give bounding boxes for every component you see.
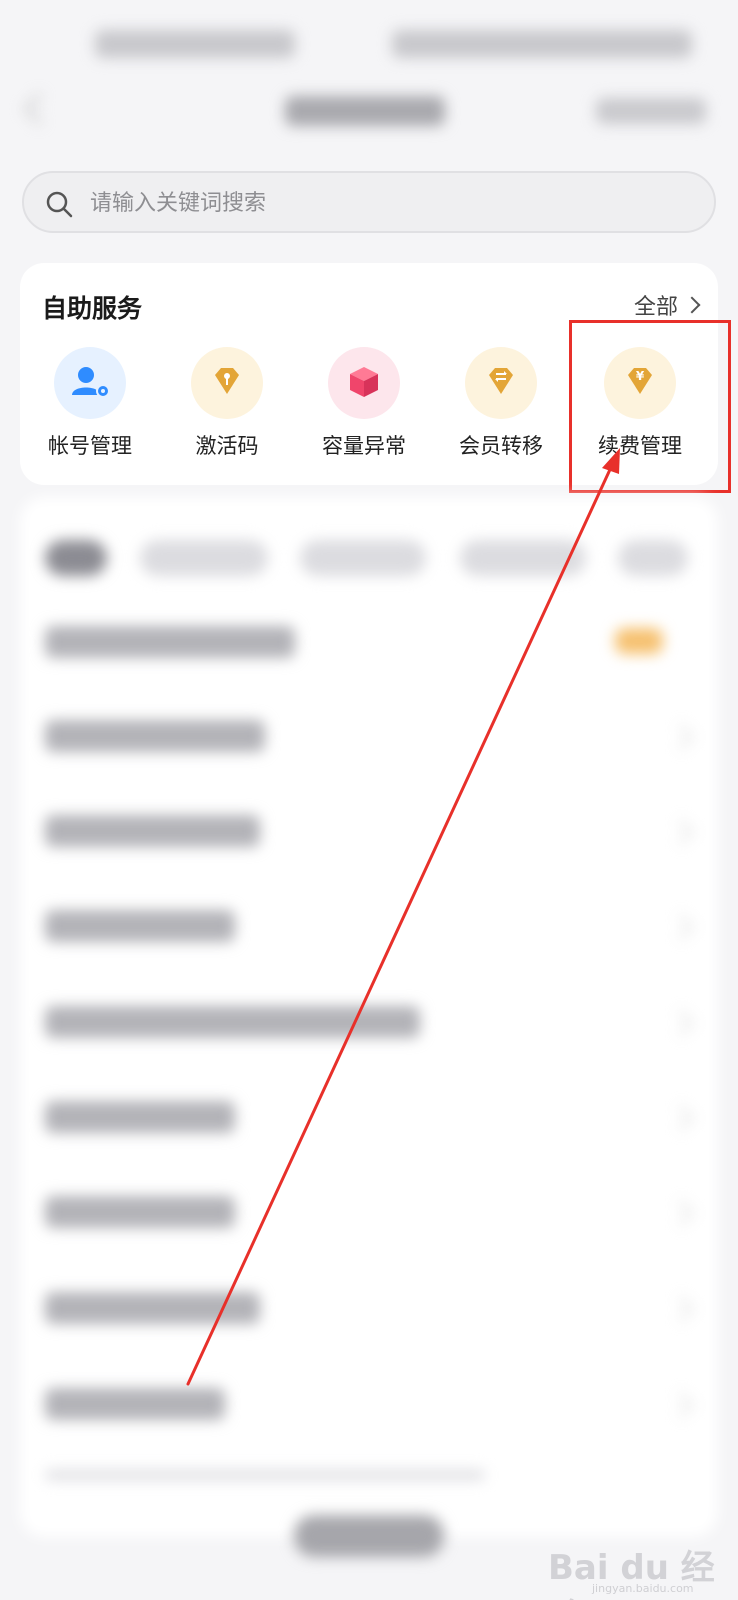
status-bar-left bbox=[95, 30, 295, 58]
faq-item[interactable] bbox=[45, 626, 295, 658]
faq-item[interactable] bbox=[45, 1006, 420, 1038]
faq-item[interactable] bbox=[45, 1101, 235, 1133]
search-input[interactable] bbox=[90, 185, 690, 221]
chevron-right-icon bbox=[683, 296, 701, 314]
service-member-transfer[interactable]: 会员转移 bbox=[431, 339, 571, 459]
faq-tab[interactable] bbox=[300, 540, 426, 576]
nav-bar bbox=[0, 90, 738, 140]
back-icon[interactable] bbox=[23, 93, 55, 125]
page-title bbox=[285, 96, 445, 126]
service-storage-abnormal[interactable]: 容量异常 bbox=[294, 339, 434, 459]
watermark-url: jingyan.baidu.com bbox=[592, 1582, 694, 1595]
faq-tab[interactable] bbox=[45, 540, 107, 576]
service-activation-code[interactable]: 激活码 bbox=[157, 339, 297, 459]
faq-item[interactable] bbox=[45, 720, 265, 752]
view-all-link[interactable]: 全部 bbox=[633, 289, 701, 321]
watermark: Bai du 经验 jingyan.baidu.com bbox=[548, 1540, 728, 1600]
account-settings-icon bbox=[54, 347, 126, 419]
hot-badge bbox=[615, 628, 663, 654]
service-label: 帐号管理 bbox=[48, 434, 132, 458]
faq-item[interactable] bbox=[45, 910, 235, 942]
status-bar bbox=[0, 0, 738, 90]
faq-tab[interactable] bbox=[140, 540, 268, 576]
faq-tab[interactable] bbox=[460, 540, 586, 576]
status-bar-right bbox=[392, 30, 692, 58]
faq-item[interactable] bbox=[45, 1196, 235, 1228]
highlight-box bbox=[569, 320, 731, 493]
service-label: 会员转移 bbox=[459, 434, 543, 458]
service-label: 激活码 bbox=[195, 434, 259, 458]
transfer-diamond-icon bbox=[465, 347, 537, 419]
faq-item[interactable] bbox=[45, 815, 260, 847]
service-label: 容量异常 bbox=[322, 434, 406, 458]
faq-item[interactable] bbox=[45, 1292, 260, 1324]
faq-divider bbox=[45, 1470, 485, 1480]
box-icon bbox=[328, 347, 400, 419]
self-service-title: 自助服务 bbox=[42, 294, 143, 323]
faq-tab[interactable] bbox=[618, 540, 688, 576]
search-icon bbox=[46, 191, 73, 218]
key-diamond-icon bbox=[191, 347, 263, 419]
view-all-label: 全部 bbox=[633, 295, 678, 320]
service-account-management[interactable]: 帐号管理 bbox=[20, 339, 160, 459]
bottom-action-button[interactable] bbox=[294, 1515, 444, 1557]
nav-right-action[interactable] bbox=[596, 98, 706, 124]
faq-item[interactable] bbox=[45, 1388, 225, 1420]
search-bar[interactable] bbox=[22, 171, 716, 233]
